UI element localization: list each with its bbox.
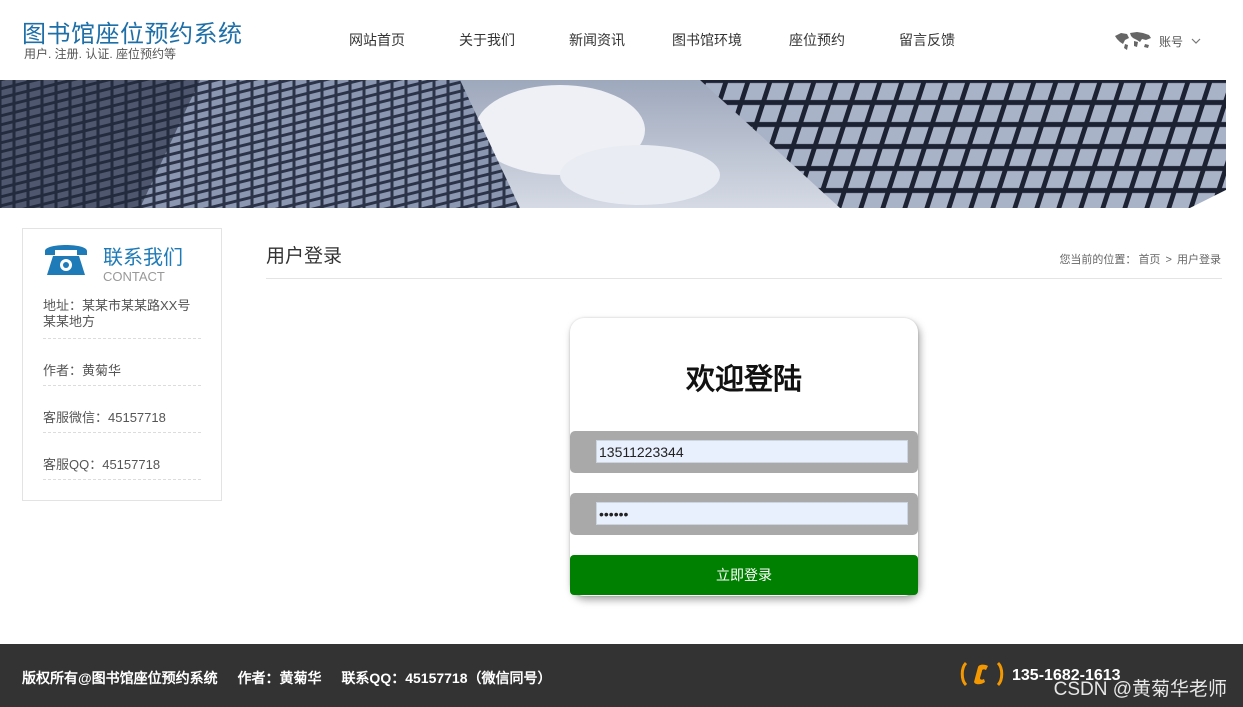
password-field-row bbox=[570, 493, 918, 535]
nav-item-home[interactable]: 网站首页 bbox=[322, 30, 432, 50]
phone-icon bbox=[958, 660, 1006, 693]
world-map-icon bbox=[1113, 30, 1153, 52]
site-footer: 版权所有@图书馆座位预约系统 作者：黄菊华 联系QQ：45157718（微信同号… bbox=[0, 644, 1243, 707]
password-input[interactable] bbox=[596, 502, 908, 525]
site-subtitle: 用户. 注册. 认证. 座位预约等 bbox=[24, 47, 177, 61]
title-divider bbox=[266, 278, 1222, 279]
breadcrumb-current: 用户登录 bbox=[1177, 254, 1221, 266]
nav-item-seat-reservation[interactable]: 座位预约 bbox=[762, 30, 872, 50]
login-card: 欢迎登陆 立即登录 bbox=[570, 318, 918, 596]
telephone-icon bbox=[41, 239, 91, 284]
breadcrumb-home[interactable]: 首页 bbox=[1138, 254, 1160, 266]
contact-address: 地址：某某市某某路XX号某某地方 bbox=[43, 296, 201, 339]
login-button[interactable]: 立即登录 bbox=[570, 555, 918, 595]
footer-info: 版权所有@图书馆座位预约系统 作者：黄菊华 联系QQ：45157718（微信同号… bbox=[22, 668, 568, 688]
footer-contact: 联系QQ：45157718（微信同号） bbox=[341, 670, 552, 686]
contact-qq: 客服QQ：45157718 bbox=[43, 433, 201, 480]
account-label: 账号 bbox=[1159, 34, 1184, 49]
chevron-down-icon bbox=[1189, 36, 1203, 46]
username-input[interactable] bbox=[596, 440, 908, 463]
site-header: 图书馆座位预约系统 用户. 注册. 认证. 座位预约等 网站首页 关于我们 新闻… bbox=[0, 0, 1243, 80]
csdn-watermark: CSDN @黄菊华老师 bbox=[1053, 679, 1227, 700]
contact-list: 地址：某某市某某路XX号某某地方 作者：黄菊华 客服微信：45157718 客服… bbox=[43, 296, 201, 480]
contact-title: 联系我们 bbox=[103, 247, 183, 269]
breadcrumb-separator: > bbox=[1165, 254, 1172, 266]
contact-title-en: CONTACT bbox=[103, 269, 165, 284]
footer-author: 作者：黄菊华 bbox=[237, 670, 322, 686]
username-field-row bbox=[570, 431, 918, 473]
hero-banner-image bbox=[0, 80, 1226, 208]
contact-wechat: 客服微信：45157718 bbox=[43, 386, 201, 433]
nav-item-environment[interactable]: 图书馆环境 bbox=[652, 30, 762, 50]
nav-item-feedback[interactable]: 留言反馈 bbox=[872, 30, 982, 50]
nav-item-about[interactable]: 关于我们 bbox=[432, 30, 542, 50]
nav-item-news[interactable]: 新闻资讯 bbox=[542, 30, 652, 50]
breadcrumb-prefix: 您当前的位置： bbox=[1059, 254, 1137, 266]
page-title: 用户登录 bbox=[266, 246, 343, 267]
contact-sidebar: 联系我们 CONTACT 地址：某某市某某路XX号某某地方 作者：黄菊华 客服微… bbox=[22, 228, 222, 501]
footer-copyright: 版权所有@图书馆座位预约系统 bbox=[22, 670, 218, 686]
login-heading: 欢迎登陆 bbox=[685, 364, 802, 396]
account-menu[interactable]: 账号 bbox=[1113, 30, 1203, 52]
contact-author: 作者：黄菊华 bbox=[43, 339, 201, 386]
contact-header: 联系我们 CONTACT bbox=[41, 239, 211, 289]
breadcrumb: 您当前的位置： 首页 > 用户登录 bbox=[1058, 251, 1222, 267]
site-title[interactable]: 图书馆座位预约系统 bbox=[22, 14, 243, 49]
